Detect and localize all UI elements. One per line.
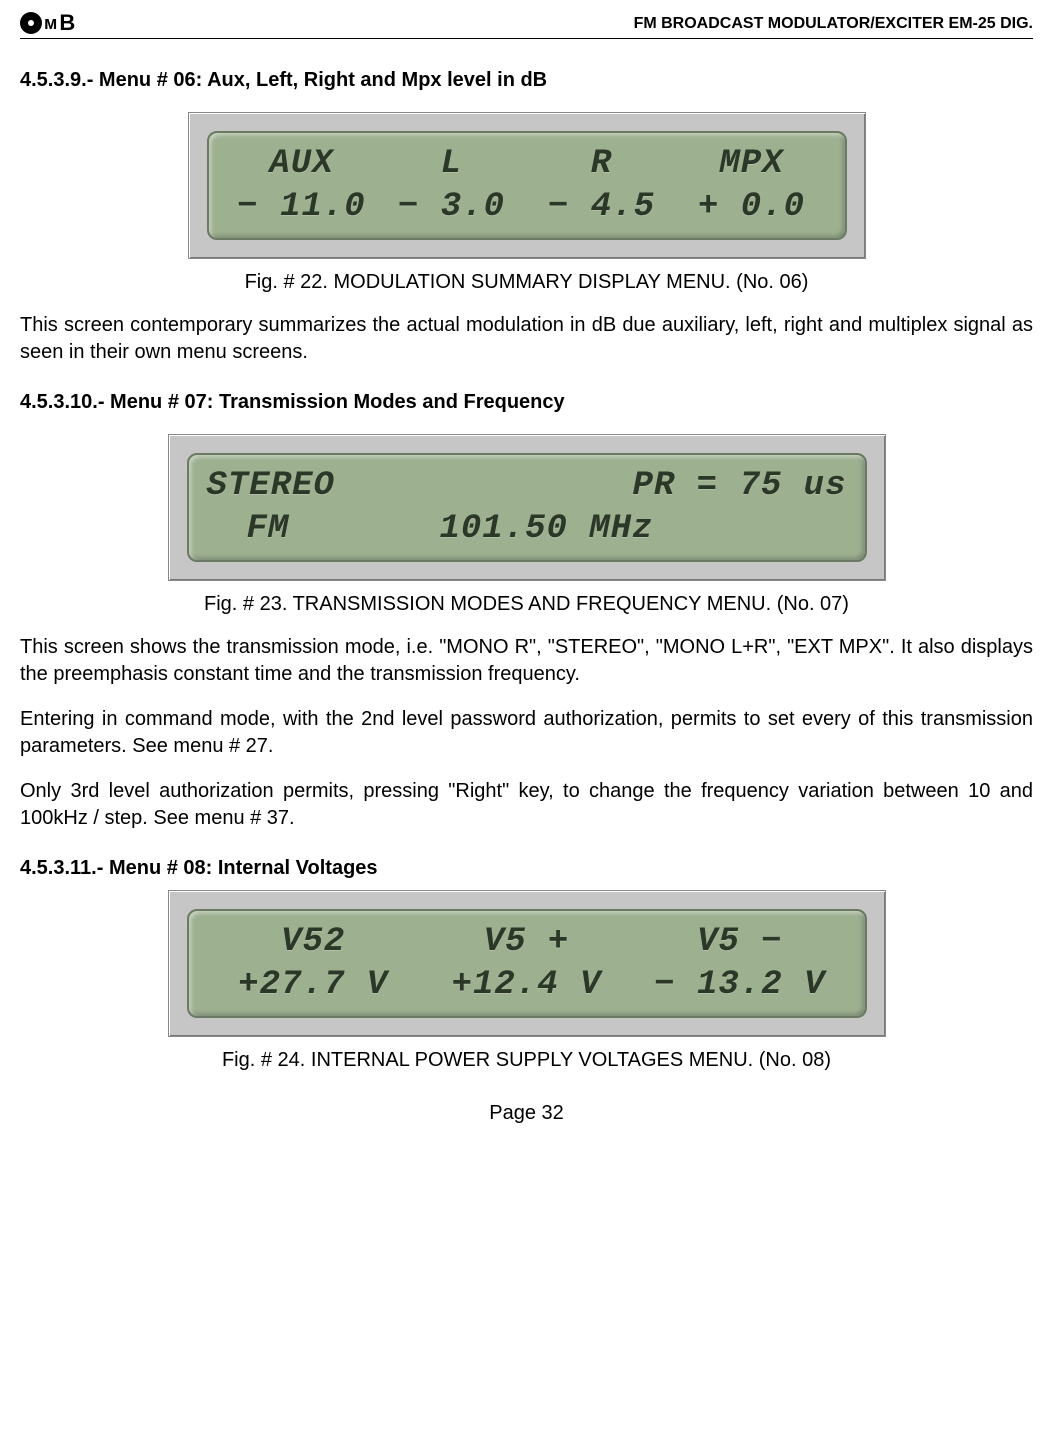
lcd-label-v5minus: V5 − [633,921,846,964]
lcd-label-aux: AUX [227,143,377,186]
section2-paragraph-1: This screen shows the transmission mode,… [20,634,1033,688]
section-heading-menu08: 4.5.3.11.- Menu # 08: Internal Voltages [20,857,1033,880]
page-header: м B FM BROADCAST MODULATOR/EXCITER EM-25… [20,10,1033,39]
lcd-inner: V52 V5 + V5 − +27.7 V +12.4 V − 13.2 V [187,909,867,1018]
figure-22-caption: Fig. # 22. MODULATION SUMMARY DISPLAY ME… [20,271,1033,294]
lcd-label-mpx: MPX [677,143,827,186]
lcd-value-l: − 3.0 [377,186,527,229]
lcd-preemphasis: PR = 75 us [527,465,847,508]
section-heading-menu06: 4.5.3.9.- Menu # 06: Aux, Left, Right an… [20,69,1033,92]
page-number: Page 32 [20,1102,1033,1125]
lcd-value-v5minus: − 13.2 V [633,964,846,1007]
lcd-label-r: R [527,143,677,186]
lcd-label-l: L [377,143,527,186]
figure-23-caption: Fig. # 23. TRANSMISSION MODES AND FREQUE… [20,593,1033,616]
lcd-figure-22: AUX L R MPX − 11.0 − 3.0 − 4.5 + 0.0 [188,112,866,259]
lcd-fm-label: FM [207,508,440,551]
lcd-value-v52: +27.7 V [207,964,420,1007]
figure-24-caption: Fig. # 24. INTERNAL POWER SUPPLY VOLTAGE… [20,1049,1033,1072]
logo-circle-icon [20,12,42,34]
brand-logo: м B [20,10,75,38]
lcd-figure-24: V52 V5 + V5 − +27.7 V +12.4 V − 13.2 V [168,890,886,1037]
lcd-row-values: − 11.0 − 3.0 − 4.5 + 0.0 [227,186,827,229]
lcd-figure-23: STEREO PR = 75 us FM 101.50 MHz [168,434,886,581]
lcd-row-values: +27.7 V +12.4 V − 13.2 V [207,964,847,1007]
section2-paragraph-3: Only 3rd level authorization permits, pr… [20,778,1033,832]
lcd-row-labels: V52 V5 + V5 − [207,921,847,964]
lcd-inner: STEREO PR = 75 us FM 101.50 MHz [187,453,867,562]
lcd-row-labels: AUX L R MPX [227,143,827,186]
lcd-mode-label: STEREO [207,465,527,508]
lcd-value-mpx: + 0.0 [677,186,827,229]
page-content: м B FM BROADCAST MODULATOR/EXCITER EM-25… [0,0,1053,1155]
lcd-label-v52: V52 [207,921,420,964]
document-title: FM BROADCAST MODULATOR/EXCITER EM-25 DIG… [634,15,1033,33]
lcd-frequency: 101.50 MHz [439,508,653,551]
lcd-label-v5plus: V5 + [420,921,633,964]
lcd-row-1: STEREO PR = 75 us [207,465,847,508]
logo-letter-b: B [59,10,75,36]
lcd-value-v5plus: +12.4 V [420,964,633,1007]
lcd-value-r: − 4.5 [527,186,677,229]
lcd-inner: AUX L R MPX − 11.0 − 3.0 − 4.5 + 0.0 [207,131,847,240]
section1-paragraph: This screen contemporary summarizes the … [20,312,1033,366]
section2-paragraph-2: Entering in command mode, with the 2nd l… [20,706,1033,760]
section-heading-menu07: 4.5.3.10.- Menu # 07: Transmission Modes… [20,391,1033,414]
lcd-row-2: FM 101.50 MHz [207,508,847,551]
lcd-value-aux: − 11.0 [227,186,377,229]
logo-letter-m: м [44,13,57,34]
